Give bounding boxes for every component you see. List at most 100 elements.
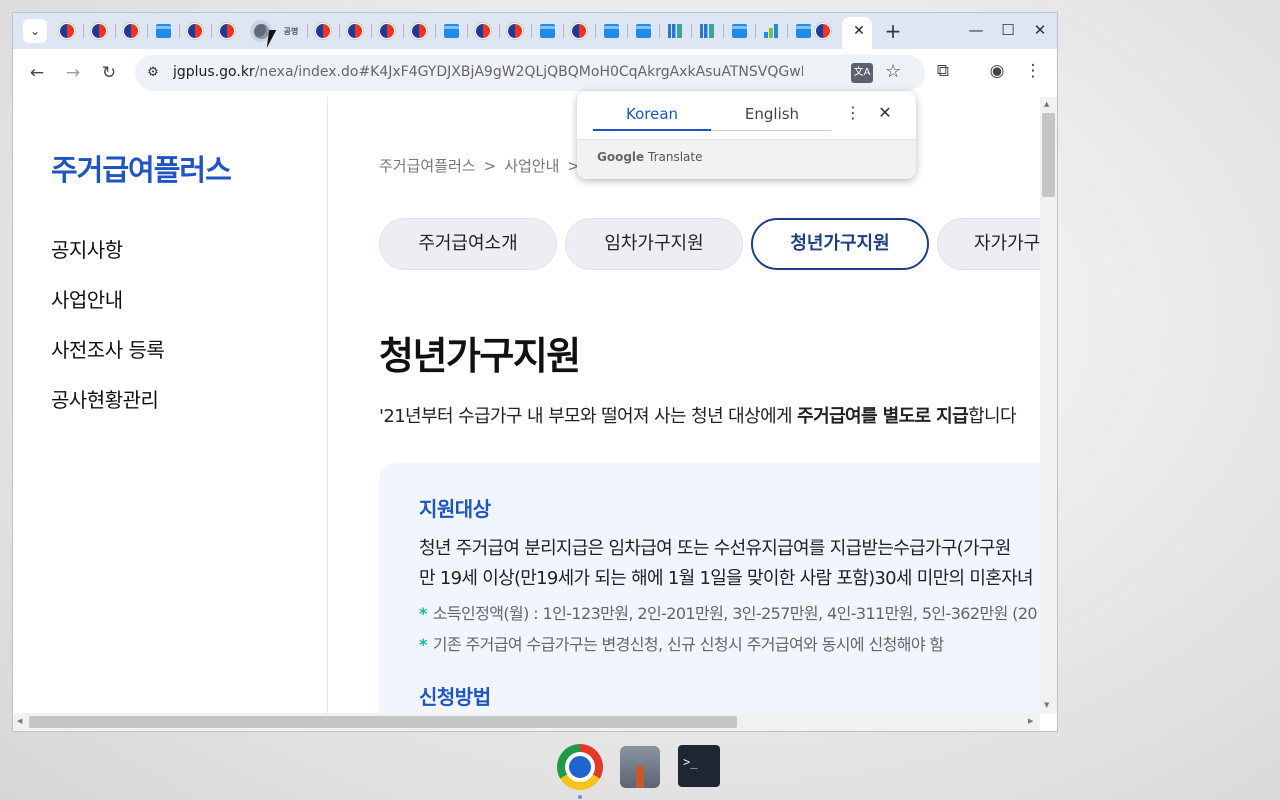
housing-badge-icon bbox=[539, 24, 555, 38]
tools-dock-icon[interactable] bbox=[620, 746, 660, 788]
tab-gov-emblem[interactable] bbox=[186, 22, 204, 40]
vertical-scrollbar[interactable]: ▲ ▼ bbox=[1040, 97, 1057, 713]
tab-city[interactable] bbox=[666, 22, 684, 40]
tab-close-button[interactable]: ✕ bbox=[851, 23, 867, 39]
lead-suffix: 합니다 bbox=[968, 406, 1016, 427]
translate-close-icon[interactable]: ✕ bbox=[877, 103, 893, 122]
site-logo[interactable]: 주거급여플러스 bbox=[51, 147, 232, 189]
tab-gov-emblem[interactable] bbox=[218, 22, 236, 40]
tab-separator bbox=[435, 24, 436, 38]
tab-gov-text[interactable]: 공명 bbox=[282, 22, 300, 40]
tab-separator bbox=[531, 24, 532, 38]
reload-button[interactable]: ↻ bbox=[97, 61, 121, 85]
tab-gov-emblem[interactable] bbox=[122, 22, 140, 40]
tab-city[interactable] bbox=[698, 22, 716, 40]
tab-renter-support[interactable]: 임차가구지원 bbox=[565, 218, 743, 270]
gov-emblem-icon bbox=[91, 23, 107, 39]
tab-owner-support[interactable]: 자가가구 bbox=[937, 218, 1040, 270]
extensions-icon[interactable]: ⧉ bbox=[931, 61, 955, 81]
tab-lh[interactable] bbox=[762, 22, 780, 40]
url-text[interactable]: jgplus.go.kr/nexa/index.do#K4JxF4GYDJXBj… bbox=[173, 64, 803, 80]
tab-k-badge[interactable] bbox=[538, 22, 556, 40]
menu-kebab-icon[interactable]: ⋮ bbox=[1021, 61, 1045, 81]
tab-k-badge[interactable] bbox=[634, 22, 652, 40]
tab-gov-emblem[interactable] bbox=[506, 22, 524, 40]
horizontal-scroll-thumb[interactable] bbox=[29, 716, 737, 728]
tab-k-badge[interactable] bbox=[602, 22, 620, 40]
tab-separator bbox=[563, 24, 564, 38]
breadcrumb-home[interactable]: 주거급여플러스 bbox=[379, 157, 476, 175]
translate-footer: Google Translate bbox=[577, 139, 916, 179]
new-tab-button[interactable]: + bbox=[883, 19, 903, 43]
tab-k-badge[interactable] bbox=[794, 22, 812, 40]
minimize-button[interactable]: — bbox=[967, 21, 985, 39]
tab-housing-intro[interactable]: 주거급여소개 bbox=[379, 218, 557, 270]
city-icon bbox=[700, 24, 714, 38]
info-box: 지원대상 청년 주거급여 분리지급은 임차급여 또는 수선유지급여를 지급받는수… bbox=[379, 463, 1040, 713]
tab-k-badge[interactable] bbox=[442, 22, 460, 40]
tab-separator bbox=[115, 24, 116, 38]
translate-icon[interactable]: 文A bbox=[851, 63, 873, 83]
profile-icon[interactable]: ◉ bbox=[985, 61, 1009, 81]
scroll-left-icon[interactable]: ◀ bbox=[17, 717, 22, 725]
back-button[interactable]: ← bbox=[25, 61, 49, 85]
housing-badge-icon bbox=[443, 24, 459, 38]
brand-google: Google bbox=[597, 150, 645, 164]
site-settings-icon[interactable]: ⚙ bbox=[143, 63, 163, 83]
lead-text: '21년부터 수급가구 내 부모와 떨어져 사는 청년 대상에게 주거급여를 별… bbox=[379, 402, 1017, 428]
sidebar-item-business[interactable]: 사업안내 bbox=[51, 284, 123, 313]
tab-k-badge[interactable] bbox=[154, 22, 172, 40]
chrome-dock-icon[interactable] bbox=[557, 744, 603, 790]
translate-tab-english[interactable]: English bbox=[713, 105, 831, 123]
lh-logo-icon bbox=[764, 24, 778, 38]
window-close-button[interactable]: ✕ bbox=[1031, 21, 1049, 39]
gov-text-icon: 공명 bbox=[283, 26, 299, 36]
vertical-scroll-thumb[interactable] bbox=[1042, 113, 1055, 197]
sidebar-item-survey[interactable]: 사전조사 등록 bbox=[51, 334, 165, 363]
gov-emblem-icon bbox=[571, 23, 587, 39]
lead-bold: 주거급여를 별도로 지급 bbox=[797, 406, 969, 427]
chevron-right-icon: > bbox=[483, 157, 497, 175]
tab-gov-emblem[interactable] bbox=[410, 22, 428, 40]
sidebar-item-construction[interactable]: 공사현황관리 bbox=[51, 384, 159, 413]
section-apply-title: 신청방법 bbox=[419, 685, 491, 709]
scroll-right-icon[interactable]: ▶ bbox=[1028, 717, 1033, 725]
note-existing-text: 기존 주거급여 수급가구는 변경신청, 신규 신청시 주거급여와 동시에 신청해… bbox=[432, 635, 944, 654]
sidebar-item-notice[interactable]: 공지사항 bbox=[51, 234, 123, 263]
tab-gov-emblem[interactable] bbox=[314, 22, 332, 40]
tab-search-button[interactable]: ⌄ bbox=[23, 19, 47, 43]
scroll-down-icon[interactable]: ▼ bbox=[1044, 701, 1049, 709]
tab-separator bbox=[787, 24, 788, 38]
forward-button[interactable]: → bbox=[61, 61, 85, 85]
tab-youth-support[interactable]: 청년가구지원 bbox=[751, 218, 929, 270]
horizontal-scrollbar[interactable]: ◀ ▶ bbox=[13, 713, 1040, 731]
tab-gov-emblem[interactable] bbox=[346, 22, 364, 40]
city-icon bbox=[668, 24, 682, 38]
tab-k-badge[interactable] bbox=[730, 22, 748, 40]
translate-tab-korean[interactable]: Korean bbox=[593, 105, 711, 123]
tab-separator bbox=[403, 24, 404, 38]
tab-separator bbox=[147, 24, 148, 38]
terminal-prompt-icon: >_ bbox=[683, 755, 698, 769]
gov-emblem-icon bbox=[347, 23, 363, 39]
dock-running-indicator bbox=[578, 795, 582, 799]
translate-tab-indicator bbox=[593, 129, 711, 131]
gov-emblem-icon bbox=[507, 23, 523, 39]
tab-gov-emblem[interactable] bbox=[58, 22, 76, 40]
tab-gov-emblem[interactable] bbox=[474, 22, 492, 40]
terminal-dock-icon[interactable]: >_ bbox=[678, 745, 720, 787]
gov-emblem-icon bbox=[379, 23, 395, 39]
scroll-up-icon[interactable]: ▲ bbox=[1044, 100, 1049, 108]
bookmark-star-icon[interactable]: ☆ bbox=[885, 61, 901, 82]
tab-gov-emblem[interactable] bbox=[90, 22, 108, 40]
breadcrumb-business[interactable]: 사업안내 bbox=[504, 157, 559, 175]
address-bar[interactable]: ⚙ jgplus.go.kr/nexa/index.do#K4JxF4GYDJX… bbox=[135, 55, 925, 91]
translate-more-icon[interactable]: ⋮ bbox=[845, 103, 861, 122]
tab-gov-emblem[interactable] bbox=[378, 22, 396, 40]
tab-gov-emblem[interactable] bbox=[814, 22, 832, 40]
gov-emblem-icon bbox=[123, 23, 139, 39]
tab-gov-emblem[interactable] bbox=[570, 22, 588, 40]
maximize-button[interactable]: ☐ bbox=[999, 21, 1017, 39]
translate-tab-divider bbox=[711, 130, 831, 131]
url-host: jgplus.go.kr bbox=[173, 64, 255, 80]
